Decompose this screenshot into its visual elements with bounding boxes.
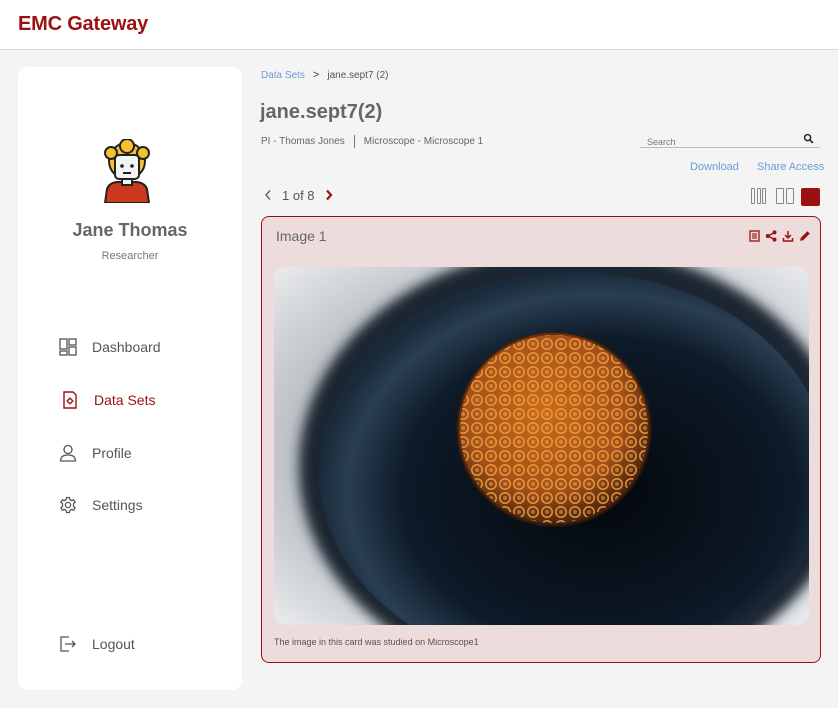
card-toolbar bbox=[744, 229, 812, 243]
card-title: Image 1 bbox=[276, 228, 327, 244]
breadcrumb-current: jane.sept7 (2) bbox=[327, 69, 389, 81]
view-grid-three-button[interactable] bbox=[751, 188, 768, 206]
share-icon bbox=[765, 230, 777, 242]
sidebar-item-data-sets[interactable]: Data Sets bbox=[60, 388, 155, 412]
dataset-meta: PI - Thomas Jones Microscope - Microscop… bbox=[261, 135, 483, 148]
logout-button[interactable]: Logout bbox=[58, 632, 135, 656]
data-sets-icon bbox=[60, 390, 80, 410]
breadcrumb: Data Sets > jane.sept7 (2) bbox=[261, 69, 389, 81]
sidebar-item-label: Profile bbox=[92, 445, 132, 461]
brand-logo[interactable]: EMC Gateway bbox=[18, 13, 148, 36]
document-icon bbox=[748, 230, 760, 242]
logout-label: Logout bbox=[92, 636, 135, 652]
search-icon[interactable] bbox=[803, 133, 814, 144]
chevron-right-icon bbox=[325, 189, 333, 201]
next-page-button[interactable] bbox=[322, 187, 336, 203]
gear-icon bbox=[58, 495, 78, 515]
sidebar-item-label: Data Sets bbox=[94, 392, 156, 408]
user-role: Researcher bbox=[101, 250, 159, 262]
sidebar-item-profile[interactable]: Profile bbox=[58, 441, 132, 465]
download-icon bbox=[782, 231, 794, 242]
sidebar-item-label: Dashboard bbox=[92, 339, 161, 355]
sidebar: Jane Thomas Researcher Dashboard Data Se… bbox=[18, 67, 242, 690]
pager: 1 of 8 bbox=[261, 187, 336, 203]
view-column-icon bbox=[751, 188, 755, 204]
profile-icon bbox=[58, 443, 78, 463]
dashboard-icon bbox=[58, 337, 78, 357]
breadcrumb-link-data-sets[interactable]: Data Sets bbox=[261, 70, 305, 81]
share-button[interactable] bbox=[764, 229, 778, 243]
microscope-image bbox=[274, 267, 809, 625]
sidebar-item-label: Settings bbox=[92, 497, 143, 513]
search-input[interactable] bbox=[640, 137, 800, 147]
view-column-icon bbox=[776, 188, 784, 204]
prev-page-button[interactable] bbox=[261, 187, 275, 203]
microscope-label: Microscope - Microscope 1 bbox=[363, 136, 484, 147]
image-card[interactable]: Image 1 The image in this card was studi… bbox=[261, 216, 821, 663]
chevron-left-icon bbox=[264, 190, 271, 200]
view-column-icon bbox=[762, 188, 766, 204]
page-title: jane.sept7(2) bbox=[260, 101, 383, 123]
sidebar-item-settings[interactable]: Settings bbox=[58, 493, 143, 517]
view-column-icon bbox=[786, 188, 794, 204]
view-grid-two-button[interactable] bbox=[776, 188, 796, 206]
card-caption: The image in this card was studied on Mi… bbox=[274, 637, 479, 647]
page-indicator: 1 of 8 bbox=[282, 187, 315, 203]
details-button[interactable] bbox=[747, 229, 761, 243]
edit-button[interactable] bbox=[798, 229, 812, 243]
user-name: Jane Thomas bbox=[72, 220, 188, 240]
share-access-link[interactable]: Share Access bbox=[757, 161, 824, 173]
sidebar-item-dashboard[interactable]: Dashboard bbox=[58, 335, 161, 359]
view-single-button[interactable] bbox=[801, 188, 820, 206]
logout-icon bbox=[58, 634, 78, 654]
download-link[interactable]: Download bbox=[690, 161, 739, 173]
breadcrumb-separator: > bbox=[312, 69, 320, 81]
view-column-icon bbox=[756, 188, 761, 204]
top-bar: EMC Gateway bbox=[0, 0, 838, 50]
pi-label: PI - Thomas Jones bbox=[261, 136, 345, 147]
meta-divider bbox=[353, 135, 355, 148]
download-button[interactable] bbox=[781, 229, 795, 243]
pencil-icon bbox=[800, 231, 810, 241]
avatar bbox=[103, 139, 151, 203]
search-box bbox=[640, 132, 820, 148]
